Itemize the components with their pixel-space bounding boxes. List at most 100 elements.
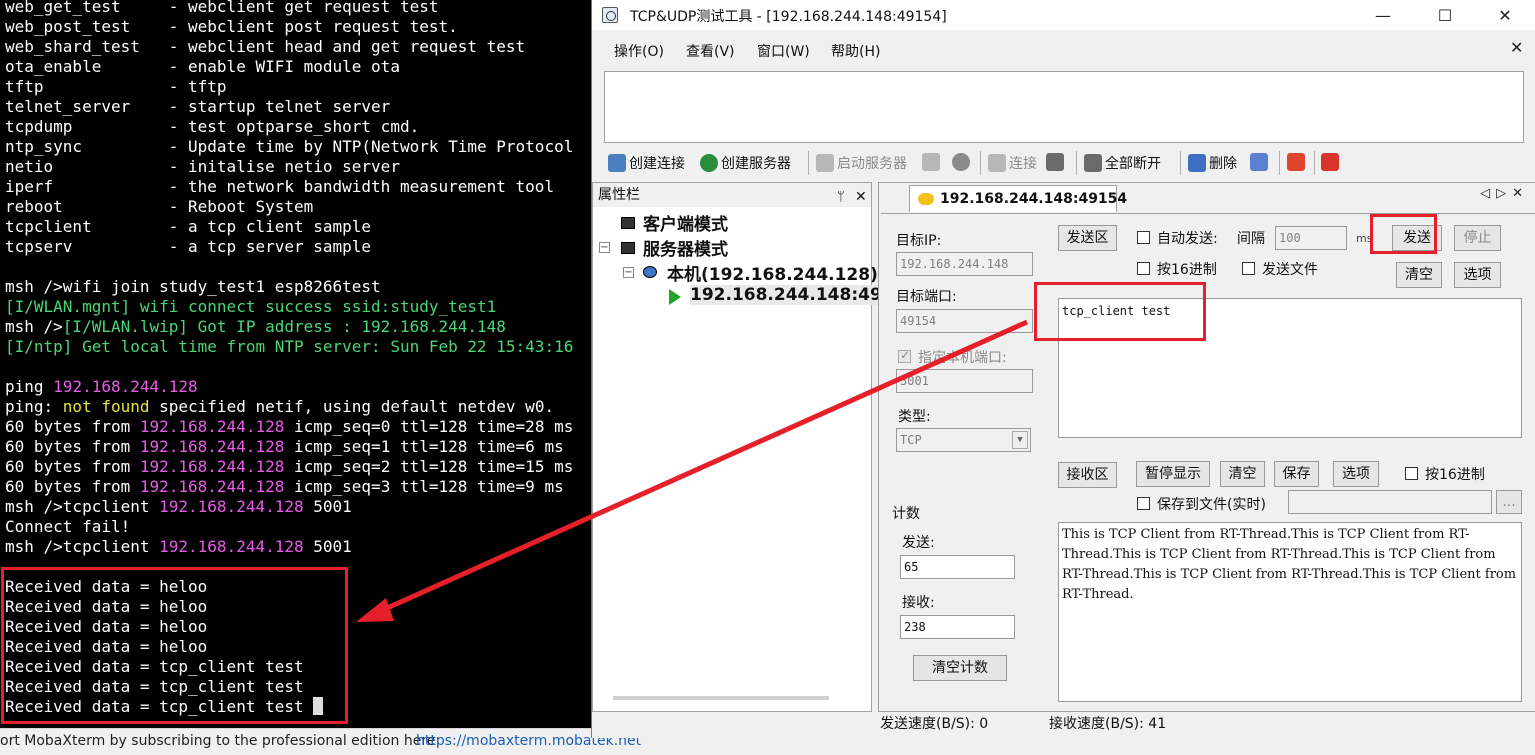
terminal-line: reboot - Reboot System [5,197,573,217]
auto-send-checkbox[interactable] [1137,231,1150,244]
maximize-button[interactable]: ☐ [1422,0,1468,30]
terminal-line: web_shard_test - webclient head and get … [5,37,573,57]
tree-collapse-icon[interactable]: − [623,267,634,278]
pause-display-button[interactable]: 暂停显示 [1136,461,1210,487]
terminal-line: Received data = heloo [5,577,573,597]
save-file-path-field[interactable] [1288,490,1492,514]
pin-icon[interactable]: ᛘ [837,186,845,210]
menu-help[interactable]: 帮助(H) [831,41,880,61]
toolbar-separator [1279,151,1280,175]
close-button[interactable]: ✕ [1482,0,1528,30]
target-ip-label: 目标IP: [896,233,942,249]
horizontal-scrollbar[interactable] [613,696,829,700]
network-button[interactable] [1250,153,1268,171]
terminal-text: ping: [5,397,63,416]
menu-operate[interactable]: 操作(O) [614,41,664,61]
send-count-field[interactable]: 65 [900,555,1015,579]
tree-connection-item[interactable]: 192.168.244.148:4915 [690,285,906,305]
power-button[interactable] [1287,153,1305,171]
terminal-line: Received data = tcp_client test [5,677,573,697]
send-file-checkbox[interactable] [1242,262,1255,275]
target-ip-field[interactable]: 192.168.244.148 [896,252,1033,276]
connection-body: 目标IP: 192.168.244.148 目标端口: 49154 指定本机端口… [881,213,1535,711]
send-hex-label: 按16进制 [1157,262,1217,278]
interval-field[interactable]: 100 [1275,226,1347,250]
terminal-text: 192.168.244.128 [53,377,198,396]
interval-label: 间隔 [1237,231,1265,247]
terminal-text: Received data = heloo [5,637,208,656]
exit-button[interactable] [1321,153,1339,171]
save-file-checkbox[interactable] [1137,497,1150,510]
tree-collapse-icon[interactable]: − [599,242,610,253]
send-area-button[interactable]: 发送区 [1058,225,1117,251]
menu-window[interactable]: 窗口(W) [757,41,810,61]
terminal-text: msh />tcpclient [5,497,160,516]
tree-server-mode[interactable]: 服务器模式 [643,235,728,260]
terminal-line: msh />[I/WLAN.lwip] Got IP address : 192… [5,317,573,337]
disconnect-all-button[interactable]: 全部断开 [1084,153,1161,173]
terminal-line: tftp - tftp [5,77,573,97]
menu-view[interactable]: 查看(V) [686,41,735,61]
send-textarea[interactable]: tcp_client test [1058,298,1522,438]
recv-count-field[interactable]: 238 [900,615,1015,639]
save-file-label: 保存到文件(实时) [1157,497,1266,513]
local-host-icon [643,266,657,278]
properties-panel: 属性栏 ᛘ ✕ 客户端模式 − 服务器模式 − 本机(192.168.244.1… [592,182,908,712]
stop-button[interactable]: 停止 [1454,225,1501,251]
properties-close-icon[interactable]: ✕ [855,185,867,209]
send-clear-button[interactable]: 清空 [1396,262,1442,288]
delete-button[interactable]: 删除 [1188,153,1237,173]
recv-textarea[interactable]: This is TCP Client from RT-Thread.This i… [1058,522,1522,702]
target-port-field[interactable]: 49154 [896,309,1033,333]
recv-save-button[interactable]: 保存 [1274,461,1319,487]
terminal-text: web_shard_test - webclient head and get … [5,37,526,56]
terminal-line: msh />tcpclient 192.168.244.128 5001 [5,537,573,557]
send-button[interactable]: 发送 [1392,225,1442,251]
terminal-line: 60 bytes from 192.168.244.128 icmp_seq=2… [5,457,573,477]
terminal-text: 192.168.244.128 [159,497,304,516]
terminal-text: Received data = tcp_client test [5,657,304,676]
window-titlebar[interactable]: TCP&UDP测试工具 - [192.168.244.148:49154] — … [592,0,1535,30]
terminal-text: tcpdump - test optparse_short cmd. [5,117,420,136]
connect-icon [988,154,1006,172]
cancel-button[interactable] [952,153,970,171]
type-select[interactable]: TCP ▼ [896,428,1031,452]
mdi-close-icon[interactable]: ✕ [1510,38,1523,57]
minimize-button[interactable]: — [1360,0,1406,30]
recv-clear-button[interactable]: 清空 [1220,461,1265,487]
send-file-label: 发送文件 [1262,262,1318,278]
tcp-udp-tool-window: TCP&UDP测试工具 - [192.168.244.148:49154] — … [591,0,1535,738]
send-options-button[interactable]: 选项 [1454,262,1501,288]
stop-server-button[interactable] [922,153,940,171]
terminal-text: 60 bytes from [5,437,140,456]
local-port-checkbox[interactable] [898,348,911,363]
clear-count-button[interactable]: 清空计数 [913,655,1007,681]
tab-connection[interactable]: 192.168.244.148:49154 [909,185,1127,212]
send-hex-checkbox[interactable] [1137,262,1150,275]
terminal-line: tcpclient - a tcp client sample [5,217,573,237]
terminal-line: [I/ntp] Get local time from NTP server: … [5,337,573,357]
tab-navigation[interactable]: ◁▷✕ [1480,186,1529,201]
terminal-line: ping 192.168.244.128 [5,377,573,397]
tree-local-host[interactable]: 本机(192.168.244.128):50 [667,260,908,285]
create-connection-button[interactable]: 创建连接 [608,153,685,173]
start-server-button[interactable]: 启动服务器 [816,153,907,173]
create-server-button[interactable]: 创建服务器 [700,153,791,173]
browse-button[interactable]: ... [1496,490,1522,514]
terminal-pane[interactable]: web_get_test - webclient get request tes… [0,0,592,728]
local-port-field[interactable]: 3001 [896,369,1033,393]
terminal-line: msh />wifi join study_test1 esp8266test [5,277,573,297]
recv-hex-checkbox[interactable] [1405,467,1418,480]
terminal-text: web_get_test - webclient get request tes… [5,0,439,16]
terminal-text: ntp_sync - Update time by NTP(Network Ti… [5,137,574,156]
window-title: TCP&UDP测试工具 - [192.168.244.148:49154] [630,9,947,25]
connect-button[interactable]: 连接 [988,153,1037,173]
tree-client-mode[interactable]: 客户端模式 [643,210,728,235]
disconnect-button[interactable] [1046,153,1064,171]
chevron-down-icon: ▼ [1012,431,1028,449]
disconnect-icon [1046,153,1064,171]
terminal-text: web_post_test - webclient post request t… [5,17,458,36]
recv-options-button[interactable]: 选项 [1333,461,1379,487]
recv-area-button[interactable]: 接收区 [1058,462,1117,488]
